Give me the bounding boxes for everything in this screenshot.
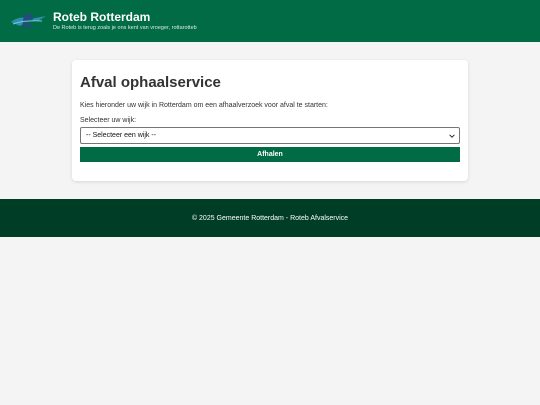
site-header: Roteb Rotterdam De Roteb is terug zoals … xyxy=(0,0,540,42)
site-footer: © 2025 Gemeente Rotterdam - Roteb Afvals… xyxy=(0,199,540,237)
service-card: Afval ophaalservice Kies hieronder uw wi… xyxy=(72,60,468,181)
afhalen-button[interactable]: Afhalen xyxy=(80,147,460,162)
footer-text: © 2025 Gemeente Rotterdam - Roteb Afvals… xyxy=(191,214,349,222)
page-title: Afval ophaalservice xyxy=(80,74,221,91)
site-title: Roteb Rotterdam xyxy=(53,10,151,24)
roteb-logo xyxy=(11,14,46,28)
district-select-label: Selecteer uw wijk: xyxy=(80,117,137,124)
chevron-down-icon xyxy=(449,133,455,138)
district-select-value: -- Selecteer een wijk -- xyxy=(86,132,157,139)
brand: Roteb Rotterdam De Roteb is terug zoals … xyxy=(53,10,197,32)
district-select[interactable]: -- Selecteer een wijk -- xyxy=(80,127,460,144)
site-subtitle: De Roteb is terug zoals je ons kent van … xyxy=(53,25,197,31)
intro-text: Kies hieronder uw wijk in Rotterdam om e… xyxy=(80,102,328,109)
